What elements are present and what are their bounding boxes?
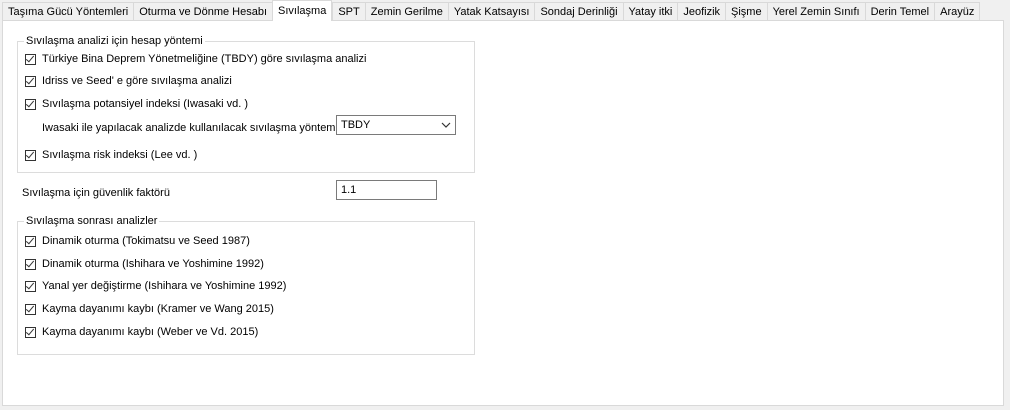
checkmark-icon[interactable]	[25, 303, 36, 315]
safety-factor-input[interactable]: 1.1	[336, 180, 437, 200]
checkbox-row-ishihara-oturma[interactable]: Dinamik oturma (Ishihara ve Yoshimine 19…	[25, 258, 264, 270]
checkbox-row-weber[interactable]: Kayma dayanımı kaybı (Weber ve Vd. 2015)	[25, 326, 258, 338]
tab-sisme[interactable]: Şişme	[725, 2, 767, 21]
checkbox-row-tbdy[interactable]: Türkiye Bina Deprem Yönetmeliğine (TBDY)…	[25, 53, 366, 65]
tab-yatak-katsayisi[interactable]: Yatak Katsayısı	[447, 2, 535, 21]
safety-factor-label: Sıvılaşma için güvenlik faktörü	[22, 187, 170, 199]
tab-panel-sivilasma: Sıvılaşma analizi için hesap yöntemi Tür…	[2, 20, 1004, 406]
checkmark-icon[interactable]	[25, 326, 36, 338]
chevron-down-icon[interactable]	[437, 116, 455, 134]
checkbox-label: Idriss ve Seed' e göre sıvılaşma analizi	[42, 75, 232, 87]
tab-sivilasma[interactable]: Sıvılaşma	[272, 0, 333, 21]
checkbox-row-tokimatsu[interactable]: Dinamik oturma (Tokimatsu ve Seed 1987)	[25, 235, 250, 247]
tab-sondaj-derinligi[interactable]: Sondaj Derinliği	[534, 2, 623, 21]
checkbox-row-iwasaki[interactable]: Sıvılaşma potansiyel indeksi (Iwasaki vd…	[25, 98, 248, 110]
tab-jeofizik[interactable]: Jeofizik	[677, 2, 726, 21]
checkbox-label: Kayma dayanımı kaybı (Weber ve Vd. 2015)	[42, 326, 259, 338]
checkmark-icon[interactable]	[25, 75, 36, 87]
tab-yatay-itki[interactable]: Yatay itki	[622, 2, 678, 21]
checkmark-icon[interactable]	[25, 149, 36, 161]
group-legend: Sıvılaşma analizi için hesap yöntemi	[26, 35, 203, 47]
tab-derin-temel[interactable]: Derin Temel	[864, 2, 935, 21]
select-value: TBDY	[341, 119, 371, 131]
checkmark-icon[interactable]	[25, 280, 36, 292]
checkbox-row-idriss-seed[interactable]: Idriss ve Seed' e göre sıvılaşma analizi	[25, 75, 232, 87]
checkbox-row-kramer[interactable]: Kayma dayanımı kaybı (Kramer ve Wang 201…	[25, 303, 274, 315]
checkbox-row-lee[interactable]: Sıvılaşma risk indeksi (Lee vd. )	[25, 149, 197, 161]
checkbox-label: Türkiye Bina Deprem Yönetmeliğine (TBDY)…	[42, 53, 367, 65]
checkbox-label: Dinamik oturma (Ishihara ve Yoshimine 19…	[42, 258, 264, 270]
checkbox-row-yanal[interactable]: Yanal yer değiştirme (Ishihara ve Yoshim…	[25, 280, 286, 292]
iwasaki-method-select[interactable]: TBDY	[336, 115, 456, 135]
checkbox-label: Dinamik oturma (Tokimatsu ve Seed 1987)	[42, 235, 250, 247]
tab-oturma-donme[interactable]: Oturma ve Dönme Hesabı	[133, 2, 273, 21]
tab-tasima-gucu[interactable]: Taşıma Gücü Yöntemleri	[2, 2, 134, 21]
checkbox-label: Kayma dayanımı kaybı (Kramer ve Wang 201…	[42, 303, 274, 315]
checkmark-icon[interactable]	[25, 98, 36, 110]
checkbox-label: Sıvılaşma potansiyel indeksi (Iwasaki vd…	[42, 98, 249, 110]
checkmark-icon[interactable]	[25, 53, 36, 65]
tab-arayuz[interactable]: Arayüz	[934, 2, 981, 21]
tab-spt[interactable]: SPT	[332, 2, 365, 21]
iwasaki-method-label: Iwasaki ile yapılacak analizde kullanıla…	[42, 122, 338, 134]
checkmark-icon[interactable]	[25, 258, 36, 270]
checkbox-label: Yanal yer değiştirme (Ishihara ve Yoshim…	[42, 280, 287, 292]
tab-zemin-gerilme[interactable]: Zemin Gerilme	[364, 2, 448, 21]
tab-yerel-zemin-sinifi[interactable]: Yerel Zemin Sınıfı	[766, 2, 865, 21]
group-legend: Sıvılaşma sonrası analizler	[26, 215, 158, 227]
checkbox-label: Sıvılaşma risk indeksi (Lee vd. )	[42, 149, 198, 161]
tab-strip: Taşıma Gücü Yöntemleri Oturma ve Dönme H…	[2, 0, 981, 21]
checkmark-icon[interactable]	[25, 235, 36, 247]
